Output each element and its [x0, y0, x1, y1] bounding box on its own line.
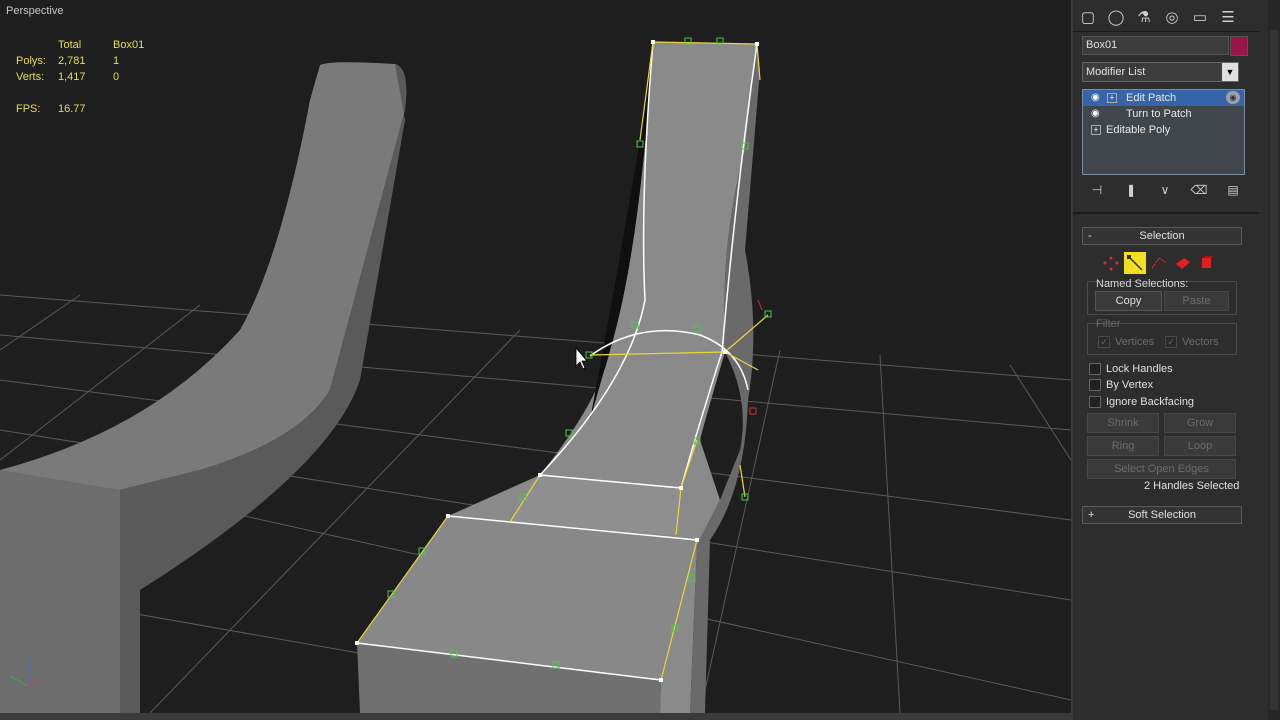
shrink-button[interactable]: Shrink [1087, 413, 1159, 433]
configure-sets-icon[interactable]: ▤ [1223, 183, 1243, 199]
stats-header-total: Total [58, 39, 82, 51]
patch-level-icon[interactable] [1172, 252, 1194, 274]
polys-label: Polys: [16, 55, 46, 67]
stats-overlay: Total Box01 Polys: 2,781 1 Verts: 1,417 0 FPS… [16, 37, 144, 117]
modifier-stack[interactable]: ◉ + Edit Patch ◉ ◉ Turn to Patch + Edita… [1082, 89, 1245, 175]
vectors-label: Vectors [1182, 336, 1219, 348]
ignore-backfacing-checkbox[interactable]: Ignore Backfacing [1089, 396, 1194, 408]
expand-icon: + [1088, 509, 1095, 521]
checkbox-box [1089, 363, 1101, 375]
stack-item-editable-poly[interactable]: + Editable Poly [1083, 122, 1244, 138]
verts-total: 1,417 [58, 71, 86, 83]
chevron-down-icon[interactable]: ▼ [1222, 63, 1238, 81]
create-icon[interactable]: ▢ [1077, 6, 1099, 28]
command-panel-tabs: ▢ ◯ ⚗ ◎ ▭ ☰ [1077, 6, 1239, 28]
paste-button[interactable]: Paste [1164, 291, 1229, 311]
edge-level-icon[interactable] [1148, 252, 1170, 274]
show-end-result-icon[interactable]: ◉ [1226, 91, 1240, 104]
checkmark-icon: ✓ [1098, 336, 1110, 348]
collapse-icon: - [1088, 230, 1092, 242]
scrollbar-thumb[interactable] [1270, 30, 1278, 710]
divider [1073, 31, 1259, 32]
filter-label: Filter [1096, 318, 1121, 330]
copy-button[interactable]: Copy [1095, 291, 1162, 311]
viewport-label[interactable]: Perspective [6, 5, 63, 17]
soft-selection-rollout-header[interactable]: + Soft Selection [1082, 506, 1242, 524]
ring-button[interactable]: Ring [1087, 436, 1159, 456]
vertex-level-icon[interactable] [1100, 252, 1122, 274]
mouse-cursor-icon [575, 346, 588, 370]
subobject-level-buttons [1100, 252, 1218, 274]
verts-object: 0 [113, 71, 120, 83]
stack-item-label: Edit Patch [1126, 92, 1177, 104]
fps-value: 16.77 [58, 103, 86, 115]
checkbox-box [1089, 379, 1101, 391]
lightbulb-icon[interactable]: ◉ [1091, 90, 1100, 106]
stack-tools: ⊣ ❚ ∨ ⌫ ▤ [1087, 183, 1243, 199]
make-unique-icon[interactable]: ∨ [1155, 183, 1175, 199]
checkbox-box [1089, 396, 1101, 408]
object-name-field[interactable]: Box01 [1082, 36, 1229, 55]
selection-rollout-title: Selection [1139, 230, 1185, 242]
perspective-viewport[interactable]: Perspective Total Box01 Polys: 2,781 1 Vert… [0, 0, 1073, 713]
command-panel: ▢ ◯ ⚗ ◎ ▭ ☰ Box01 Modifier List ▼ ◉ + Ed… [1073, 0, 1280, 720]
verts-label: Verts: [16, 71, 45, 83]
utilities-icon[interactable]: ☰ [1217, 6, 1239, 28]
selection-rollout-header[interactable]: - Selection [1082, 227, 1242, 245]
element-level-icon[interactable] [1196, 252, 1218, 274]
polys-object: 1 [113, 55, 120, 67]
panel-scrollbar[interactable] [1268, 0, 1280, 720]
show-end-result-toggle-icon[interactable]: ❚ [1121, 183, 1141, 199]
viewport-scene [0, 37, 1071, 713]
grow-button[interactable]: Grow [1164, 413, 1236, 433]
loop-button[interactable]: Loop [1164, 436, 1236, 456]
by-vertex-checkbox[interactable]: By Vertex [1089, 379, 1153, 391]
expand-icon[interactable]: + [1107, 93, 1117, 103]
soft-selection-rollout-title: Soft Selection [1128, 509, 1196, 521]
divider [1073, 212, 1259, 214]
stack-item-label: Editable Poly [1106, 124, 1171, 136]
pin-stack-icon[interactable]: ⊣ [1087, 183, 1107, 199]
stack-item-edit-patch[interactable]: ◉ + Edit Patch ◉ [1083, 90, 1244, 106]
ignore-backfacing-label: Ignore Backfacing [1106, 396, 1195, 408]
object-color-swatch[interactable] [1230, 36, 1248, 56]
selection-status-text: 2 Handles Selected [1144, 480, 1240, 492]
motion-icon[interactable]: ◎ [1161, 6, 1183, 28]
by-vertex-label: By Vertex [1106, 379, 1154, 391]
fps-label: FPS: [16, 103, 41, 115]
handle-level-icon[interactable] [1124, 252, 1146, 274]
lock-handles-label: Lock Handles [1106, 363, 1173, 375]
stats-header-object: Box01 [113, 39, 145, 51]
modify-icon[interactable]: ◯ [1105, 6, 1127, 28]
select-open-edges-button[interactable]: Select Open Edges [1087, 459, 1236, 479]
lock-handles-checkbox[interactable]: Lock Handles [1089, 363, 1173, 375]
vectors-checkbox[interactable]: ✓ Vectors [1165, 336, 1219, 348]
modifier-list-label: Modifier List [1086, 66, 1146, 78]
expand-icon[interactable]: + [1091, 125, 1101, 135]
modifier-list-dropdown[interactable]: Modifier List ▼ [1082, 62, 1239, 82]
hierarchy-icon[interactable]: ⚗ [1133, 6, 1155, 28]
vertices-checkbox[interactable]: ✓ Vertices [1098, 336, 1154, 348]
stack-item-label: Turn to Patch [1126, 108, 1192, 120]
checkmark-icon: ✓ [1165, 336, 1177, 348]
lightbulb-icon[interactable]: ◉ [1091, 106, 1100, 122]
polys-total: 2,781 [58, 55, 86, 67]
stack-item-turn-to-patch[interactable]: ◉ Turn to Patch [1083, 106, 1244, 122]
display-icon[interactable]: ▭ [1189, 6, 1211, 28]
remove-modifier-icon[interactable]: ⌫ [1189, 183, 1209, 199]
vertices-label: Vertices [1115, 336, 1155, 348]
named-selections-label: Named Selections: [1096, 278, 1189, 290]
